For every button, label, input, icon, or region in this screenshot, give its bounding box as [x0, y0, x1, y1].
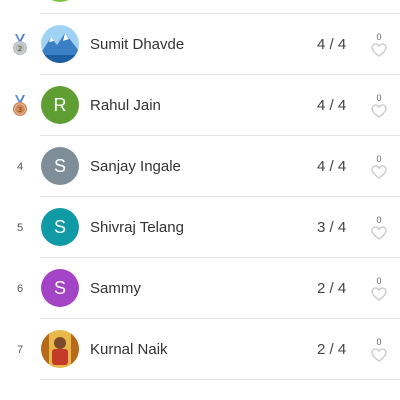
like-count: 0 — [376, 215, 382, 225]
leaderboard-row[interactable]: 2 Sumit Dhavde 4 / 4 0 — [0, 14, 400, 75]
leaderboard-list: 1 Aniket 4 / 4 1 2 Sumit — [0, 0, 400, 380]
like-count: 0 — [376, 93, 382, 103]
rank: 1 — [8, 0, 32, 14]
rank-number: 7 — [16, 343, 24, 356]
player-score: 2 / 4 — [317, 280, 347, 297]
player-score: 4 / 4 — [317, 0, 346, 14]
player-score: 4 / 4 — [317, 36, 347, 53]
mountain-landscape-icon — [41, 25, 79, 63]
heart-icon[interactable] — [371, 42, 387, 57]
leaderboard-row[interactable]: 3 R Rahul Jain 4 / 4 0 — [0, 75, 400, 136]
rank: 2 — [8, 14, 32, 75]
heart-icon[interactable] — [371, 225, 387, 240]
like-count: 0 — [376, 276, 382, 286]
svg-text:2: 2 — [18, 45, 22, 53]
svg-text:3: 3 — [18, 106, 22, 114]
leaderboard-row[interactable]: 1 Aniket 4 / 4 1 — [0, 0, 400, 14]
rank: 3 — [8, 75, 32, 136]
avatar-initial: R — [53, 94, 67, 115]
leaderboard-row[interactable]: 7 Kurnal Naik 2 / 4 0 — [0, 319, 400, 380]
avatar[interactable]: R — [41, 86, 79, 124]
rank-number: 5 — [16, 221, 24, 234]
silver-medal-icon: 2 — [11, 33, 29, 56]
player-score: 4 / 4 — [317, 97, 347, 114]
rank-number: 4 — [16, 160, 24, 173]
avatar[interactable] — [41, 25, 79, 63]
chicken-leg-icon — [41, 0, 79, 2]
like-button[interactable]: 0 — [369, 32, 389, 57]
avatar[interactable] — [41, 330, 79, 368]
player-name: Sanjay Ingale — [90, 158, 181, 175]
avatar-initial: S — [53, 155, 66, 176]
rank-number: 6 — [16, 282, 24, 295]
like-button[interactable]: 0 — [369, 215, 389, 240]
heart-icon[interactable] — [371, 347, 387, 362]
player-name: Kurnal Naik — [90, 341, 168, 358]
leaderboard-row[interactable]: 4 S Sanjay Ingale 4 / 4 0 — [0, 136, 400, 197]
heart-icon[interactable] — [371, 286, 387, 301]
avatar[interactable]: S — [41, 269, 79, 307]
player-name: Aniket — [90, 0, 132, 14]
like-button[interactable]: 0 — [369, 276, 389, 301]
avatar-initial: S — [53, 216, 66, 237]
like-count: 0 — [376, 154, 382, 164]
player-name: Sumit Dhavde — [90, 36, 185, 53]
like-count: 0 — [376, 337, 382, 347]
bronze-medal-icon: 3 — [11, 94, 29, 117]
avatar-initial: S — [53, 277, 66, 298]
like-button[interactable]: 0 — [369, 154, 389, 179]
leaderboard-row[interactable]: 5 S Shivraj Telang 3 / 4 0 — [0, 197, 400, 258]
avatar[interactable]: S — [41, 147, 79, 185]
like-button[interactable]: 0 — [369, 337, 389, 362]
avatar[interactable]: S — [41, 208, 79, 246]
rank: 4 — [8, 136, 32, 197]
like-count: 0 — [376, 32, 382, 42]
rank: 6 — [8, 258, 32, 319]
rank: 7 — [8, 319, 32, 380]
heart-icon[interactable] — [371, 103, 387, 118]
player-score: 3 / 4 — [317, 219, 347, 236]
player-name: Shivraj Telang — [90, 219, 184, 236]
player-score: 2 / 4 — [317, 341, 347, 358]
player-name: Rahul Jain — [90, 97, 161, 114]
like-button[interactable]: 0 — [369, 93, 389, 118]
rank: 5 — [8, 197, 32, 258]
person-photo-icon — [41, 330, 79, 368]
player-score: 4 / 4 — [317, 158, 347, 175]
heart-icon[interactable] — [371, 164, 387, 179]
avatar[interactable] — [41, 0, 79, 2]
leaderboard-row[interactable]: 6 S Sammy 2 / 4 0 — [0, 258, 400, 319]
player-name: Sammy — [90, 280, 141, 297]
divider — [40, 379, 400, 380]
